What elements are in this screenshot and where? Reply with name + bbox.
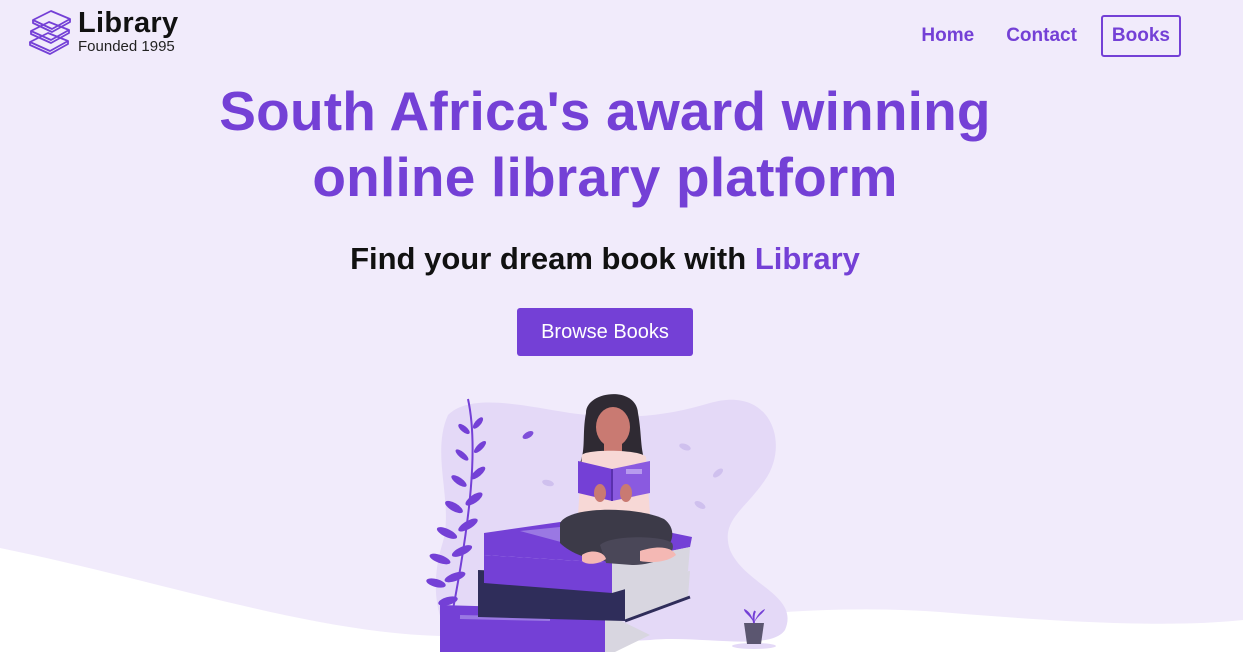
nav-links: Home Contact Books (889, 15, 1181, 57)
brand-name: Library (78, 7, 179, 39)
hero-title: South Africa's award winning online libr… (0, 78, 1210, 210)
hero-section: South Africa's award winning online libr… (0, 78, 1210, 356)
hero-title-line2: online library platform (312, 146, 898, 208)
navbar: Library Founded 1995 Home Contact Books (0, 0, 1243, 80)
browse-books-button[interactable]: Browse Books (517, 308, 693, 356)
brand-tagline: Founded 1995 (78, 38, 175, 55)
nav-home-link[interactable]: Home (921, 15, 974, 57)
hero-subtitle-prefix: Find your dream book with (350, 241, 755, 276)
nav-contact-link[interactable]: Contact (1006, 15, 1077, 57)
brand-logo-link[interactable]: Library Founded 1995 (28, 8, 178, 55)
hero-subtitle: Find your dream book with Library (0, 240, 1210, 278)
nav-books-link[interactable]: Books (1100, 15, 1181, 57)
hero-subtitle-accent: Library (754, 241, 860, 276)
reading-woman-illustration (426, 394, 788, 652)
books-stack-icon (29, 9, 71, 55)
hero-title-line1: South Africa's award winning (219, 80, 991, 142)
